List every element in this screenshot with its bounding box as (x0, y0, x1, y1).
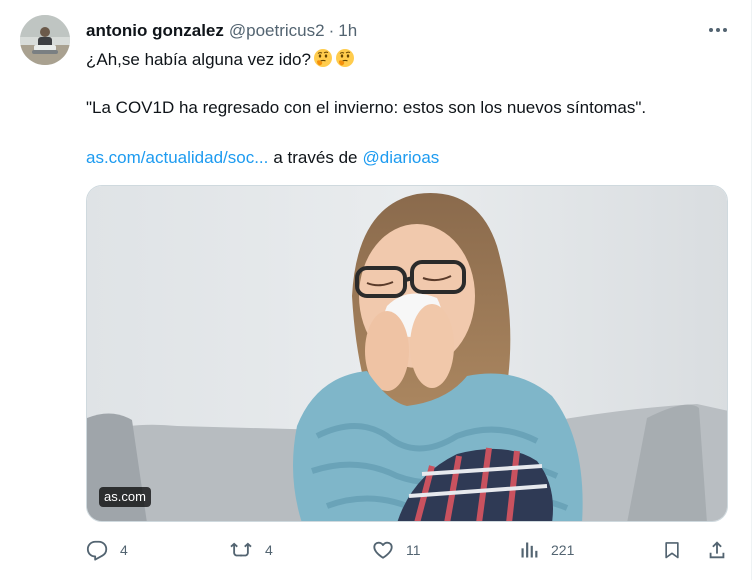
tweet-text-line-2: "La COV1D ha regresado con el invierno: … (86, 97, 646, 119)
like-count: 11 (406, 542, 421, 558)
article-link[interactable]: as.com/actualidad/soc... (86, 148, 268, 167)
media-source-badge: as.com (99, 487, 151, 507)
views-icon (521, 542, 538, 558)
thinking-face-emoji-icon (313, 48, 333, 74)
share-icon (709, 541, 725, 559)
tweet-media-image[interactable]: as.com (86, 185, 728, 522)
tweet-text-quote: "La COV1D ha regresado con el invierno: … (86, 98, 647, 117)
tweet-timestamp[interactable]: 1h (338, 21, 357, 41)
author-handle[interactable]: @poetricus2 (229, 21, 325, 41)
views-count: 221 (551, 542, 575, 558)
retweet-count: 4 (265, 542, 273, 558)
more-options-button[interactable] (704, 18, 732, 42)
tweet-text-question: ¿Ah,se había alguna vez ido? (86, 50, 311, 69)
tweet-actions-bar: 4 4 11 221 (86, 538, 734, 562)
author-avatar[interactable] (20, 15, 70, 65)
tweet-text-line-3: as.com/actualidad/soc... a través de @diar… (86, 147, 439, 169)
mention-link[interactable]: @diarioas (362, 148, 439, 167)
author-name[interactable]: antonio gonzalez (86, 21, 224, 41)
thinking-face-emoji-icon-2 (335, 48, 355, 74)
more-dots-icon (709, 28, 727, 32)
like-button[interactable]: 11 (372, 538, 421, 562)
views-button[interactable]: 221 (519, 538, 574, 562)
share-button[interactable] (706, 538, 728, 562)
heart-icon (373, 541, 393, 559)
tweet-text-line-1: ¿Ah,se había alguna vez ido? (86, 48, 355, 74)
avatar-image (20, 15, 70, 65)
via-text: a través de (273, 148, 358, 167)
bookmark-icon (665, 542, 679, 559)
woman-sneezing-photo (87, 186, 727, 521)
tweet-header: antonio gonzalez @poetricus2 · 1h (86, 20, 357, 42)
reply-button[interactable]: 4 (86, 538, 128, 562)
header-separator: · (328, 21, 335, 40)
tweet-card[interactable]: antonio gonzalez @poetricus2 · 1h ¿Ah,se… (0, 0, 752, 580)
retweet-icon (230, 542, 252, 557)
retweet-button[interactable]: 4 (229, 538, 273, 562)
reply-count: 4 (120, 542, 128, 558)
reply-icon (86, 540, 108, 561)
bookmark-button[interactable] (662, 538, 682, 562)
